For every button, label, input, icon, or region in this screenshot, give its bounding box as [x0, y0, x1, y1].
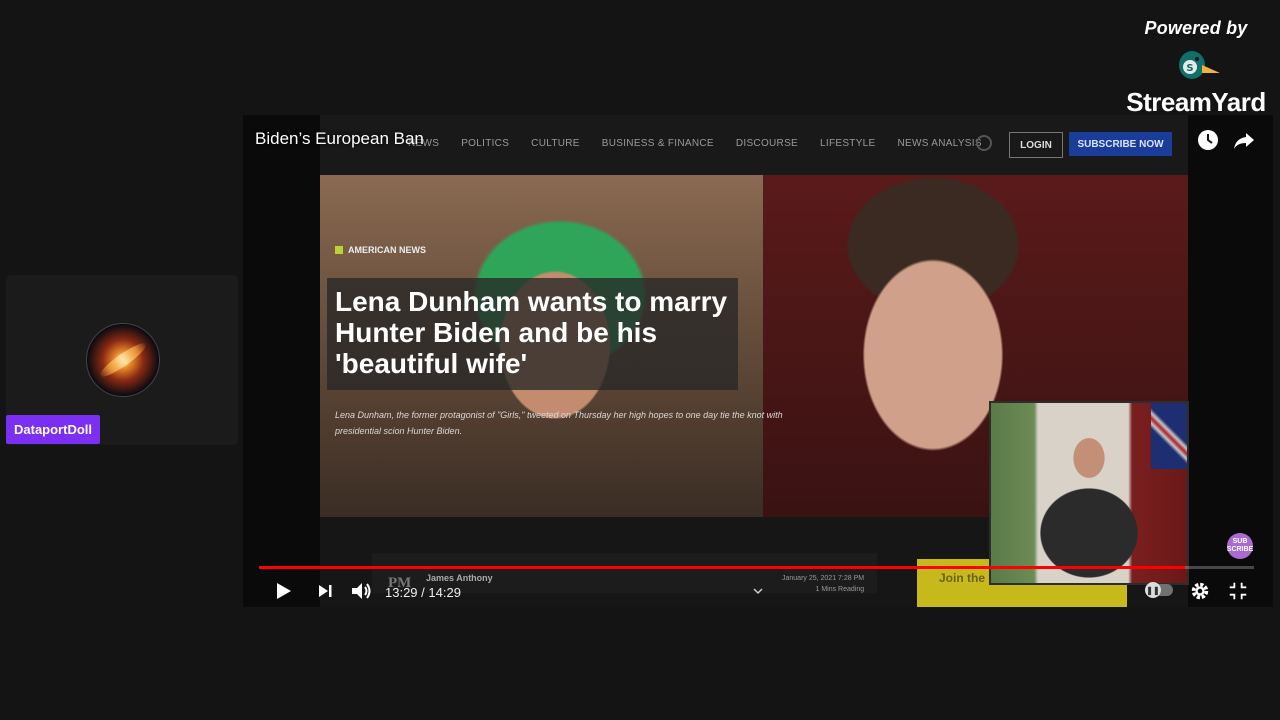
headline-box: Lena Dunham wants to marry Hunter Biden … — [327, 278, 738, 390]
duck-logo-icon: S — [1179, 51, 1220, 79]
volume-icon[interactable] — [349, 579, 373, 603]
site-nav-items: NEWS POLITICS CULTURE BUSINESS & FINANCE… — [408, 138, 982, 149]
chevron-down-icon[interactable] — [751, 579, 765, 603]
site-subscribe-button: SUBSCRIBE NOW — [1069, 132, 1172, 156]
player-controls: 13:29 / 14:29 ❚❚ — [243, 575, 1273, 607]
autoplay-toggle[interactable]: ❚❚ — [1145, 582, 1173, 598]
pause-icon: ❚❚ — [1145, 582, 1161, 598]
flag-decoration — [1151, 403, 1187, 469]
participant-avatar — [86, 323, 160, 397]
streamyard-branding: Powered by S StreamYard — [1126, 18, 1266, 118]
category-dot-icon — [335, 246, 343, 254]
share-icon[interactable] — [1233, 129, 1255, 151]
nav-item: BUSINESS & FINANCE — [601, 138, 714, 149]
nav-item: LIFESTYLE — [820, 138, 876, 149]
powered-by-text: Powered by — [1144, 18, 1248, 38]
nav-item: POLITICS — [461, 138, 510, 149]
video-title[interactable]: Biden’s European Ban — [255, 129, 424, 149]
settings-icon[interactable] — [1189, 579, 1211, 603]
streamyard-logo-text: StreamYard — [1126, 87, 1266, 117]
webcam-overlay — [989, 401, 1189, 585]
exit-fullscreen-icon[interactable] — [1227, 579, 1249, 603]
subscribe-badge[interactable]: SUB SCRIBE — [1227, 533, 1253, 559]
next-icon[interactable] — [315, 579, 335, 603]
article-site-nav: NEWS POLITICS CULTURE BUSINESS & FINANCE… — [320, 115, 1188, 175]
time-display: 13:29 / 14:29 — [385, 585, 461, 600]
nav-item: DISCOURSE — [735, 138, 799, 149]
article-headline: Lena Dunham wants to marry Hunter Biden … — [335, 286, 728, 379]
participant-tile[interactable]: DataportDoll — [6, 275, 238, 445]
site-search-icon — [976, 135, 992, 151]
video-player[interactable]: NEWS POLITICS CULTURE BUSINESS & FINANCE… — [243, 115, 1273, 607]
nav-item: NEWS ANALYSIS — [897, 138, 982, 149]
svg-text:S: S — [1186, 63, 1193, 74]
category-label: AMERICAN NEWS — [348, 245, 426, 255]
duration: 14:29 — [428, 585, 461, 600]
participant-name-tag: DataportDoll — [6, 415, 100, 444]
watch-later-icon[interactable] — [1197, 129, 1219, 151]
time-separator: / — [417, 585, 429, 600]
article-category: AMERICAN NEWS — [335, 245, 426, 255]
progress-fill — [259, 566, 1186, 569]
progress-bar[interactable] — [259, 566, 1254, 569]
current-time: 13:29 — [385, 585, 418, 600]
nav-item: CULTURE — [531, 138, 580, 149]
site-login-button: LOGIN — [1009, 132, 1063, 158]
play-icon[interactable] — [273, 579, 293, 603]
article-subtext: Lena Dunham, the former protagonist of "… — [335, 410, 783, 436]
